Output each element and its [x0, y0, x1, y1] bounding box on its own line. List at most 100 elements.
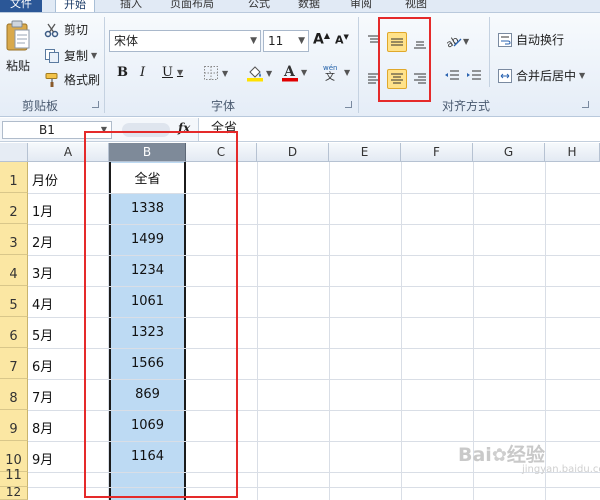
orientation-dropdown-icon[interactable]: ▼	[463, 37, 469, 46]
formula-input[interactable]: 全省	[198, 118, 600, 141]
phonetic-guide-button[interactable]: wén 文 ▼	[321, 63, 350, 81]
row-header[interactable]: 9	[0, 410, 28, 441]
cell-b8[interactable]: 869	[110, 379, 185, 410]
name-box-dropdown-icon[interactable]: ▼	[101, 122, 107, 138]
row-header[interactable]: 3	[0, 224, 28, 255]
column-header-f[interactable]: F	[401, 143, 473, 162]
bold-button[interactable]: B	[117, 65, 128, 80]
select-all-corner[interactable]	[0, 143, 28, 162]
cell-a10[interactable]: 9月	[32, 441, 108, 472]
row-header[interactable]: 7	[0, 348, 28, 379]
borders-dropdown-icon[interactable]: ▼	[222, 69, 228, 78]
grow-font-button[interactable]: A▲	[313, 31, 330, 48]
align-left-button[interactable]	[364, 69, 384, 89]
wrap-text-label: 自动换行	[516, 33, 565, 47]
cell-a5[interactable]: 4月	[32, 286, 108, 317]
gridline	[329, 162, 330, 500]
column-header-d[interactable]: D	[257, 143, 329, 162]
cell-b10[interactable]: 1164	[110, 441, 185, 472]
tab-review[interactable]: 审阅	[350, 0, 372, 12]
underline-button[interactable]: U ▼	[162, 65, 183, 80]
tab-file[interactable]: 文件	[0, 0, 42, 12]
font-color-button[interactable]: A ▼	[281, 63, 307, 82]
clipboard-launcher-icon[interactable]	[92, 101, 99, 108]
row-header[interactable]: 8	[0, 379, 28, 410]
tab-page-layout[interactable]: 页面布局	[170, 0, 214, 12]
cell-a7[interactable]: 6月	[32, 348, 108, 379]
column-header-g[interactable]: G	[473, 143, 545, 162]
text-orientation-icon: ab	[445, 35, 462, 49]
insert-function-icon[interactable]: fx	[178, 121, 190, 135]
bottom-align-button[interactable]	[410, 32, 430, 52]
cut-button[interactable]: 剪切	[44, 21, 88, 38]
column-header-e[interactable]: E	[329, 143, 401, 162]
decrease-indent-button[interactable]	[444, 69, 460, 83]
font-color-dropdown-icon[interactable]: ▼	[301, 68, 307, 77]
tab-formulas[interactable]: 公式	[248, 0, 270, 12]
svg-text:wén: wén	[323, 64, 337, 72]
cell-b5[interactable]: 1061	[110, 286, 185, 317]
alignment-launcher-icon[interactable]	[582, 101, 589, 108]
column-header-a[interactable]: A	[28, 143, 109, 162]
alignment-group-label: 对齐方式	[442, 99, 491, 113]
font-launcher-icon[interactable]	[345, 101, 352, 108]
cell-b4[interactable]: 1234	[110, 255, 185, 286]
align-center-button[interactable]	[387, 69, 407, 89]
cell-b6[interactable]: 1323	[110, 317, 185, 348]
align-right-button[interactable]	[410, 69, 430, 89]
cell-b3[interactable]: 1499	[110, 224, 185, 255]
bottom-align-icon	[414, 41, 426, 49]
cell-a1[interactable]: 月份	[32, 162, 108, 193]
name-box[interactable]: B1 ▼	[2, 121, 112, 139]
underline-dropdown-icon[interactable]: ▼	[177, 68, 183, 77]
copy-dropdown-icon[interactable]: ▼	[91, 51, 97, 60]
fill-color-dropdown-icon[interactable]: ▼	[266, 69, 272, 78]
font-size-select[interactable]: 11 ▼	[263, 30, 309, 52]
cell-a6[interactable]: 5月	[32, 317, 108, 348]
top-align-button[interactable]	[364, 32, 384, 52]
format-painter-icon	[45, 72, 58, 87]
borders-button[interactable]: ▼	[203, 65, 228, 81]
cell-a9[interactable]: 8月	[32, 410, 108, 441]
gridline	[545, 162, 546, 500]
clipboard-group-label: 剪贴板	[22, 99, 59, 113]
cell-b7[interactable]: 1566	[110, 348, 185, 379]
fill-color-button[interactable]: ▼	[246, 64, 272, 82]
cell-b9[interactable]: 1069	[110, 410, 185, 441]
wrap-text-button[interactable]: 自动换行	[497, 31, 564, 48]
tab-home[interactable]: 开始	[55, 0, 95, 12]
cell-a8[interactable]: 7月	[32, 379, 108, 410]
orientation-button[interactable]: ab ▼	[445, 33, 469, 49]
middle-align-button[interactable]	[387, 32, 407, 52]
column-header-h[interactable]: H	[545, 143, 600, 162]
row-header[interactable]: 6	[0, 317, 28, 348]
paw-icon: ✿	[491, 445, 507, 466]
row-header[interactable]: 4	[0, 255, 28, 286]
cell-a4[interactable]: 3月	[32, 255, 108, 286]
shrink-font-button[interactable]: A▼	[335, 33, 349, 47]
cell-a2[interactable]: 1月	[32, 193, 108, 224]
merge-dropdown-icon[interactable]: ▼	[579, 71, 585, 80]
gridline	[257, 162, 258, 500]
phonetic-dropdown-icon[interactable]: ▼	[344, 68, 350, 77]
paste-button[interactable]: 粘贴	[4, 19, 32, 74]
row-header[interactable]: 12	[0, 485, 28, 500]
tab-insert[interactable]: 插入	[120, 0, 142, 12]
column-header-b[interactable]: B	[109, 143, 186, 162]
cell-b1[interactable]: 全省	[110, 162, 185, 193]
tab-view[interactable]: 视图	[405, 0, 427, 12]
row-header[interactable]: 2	[0, 193, 28, 224]
cell-b2[interactable]: 1338	[110, 193, 185, 224]
increase-indent-button[interactable]	[466, 69, 482, 83]
cell-a3[interactable]: 2月	[32, 224, 108, 255]
merge-center-button[interactable]: 合并后居中 ▼	[497, 67, 585, 84]
column-header-c[interactable]: C	[186, 143, 257, 162]
row-header[interactable]: 5	[0, 286, 28, 317]
copy-button[interactable]: 复制 ▼	[44, 47, 97, 64]
italic-button[interactable]: I	[140, 65, 145, 80]
font-name-select[interactable]: 宋体 ▼	[109, 30, 261, 52]
tab-data[interactable]: 数据	[298, 0, 320, 12]
row-header[interactable]: 1	[0, 162, 28, 193]
formula-bar-slider[interactable]	[122, 123, 170, 137]
format-painter-button[interactable]: 格式刷	[44, 71, 100, 88]
